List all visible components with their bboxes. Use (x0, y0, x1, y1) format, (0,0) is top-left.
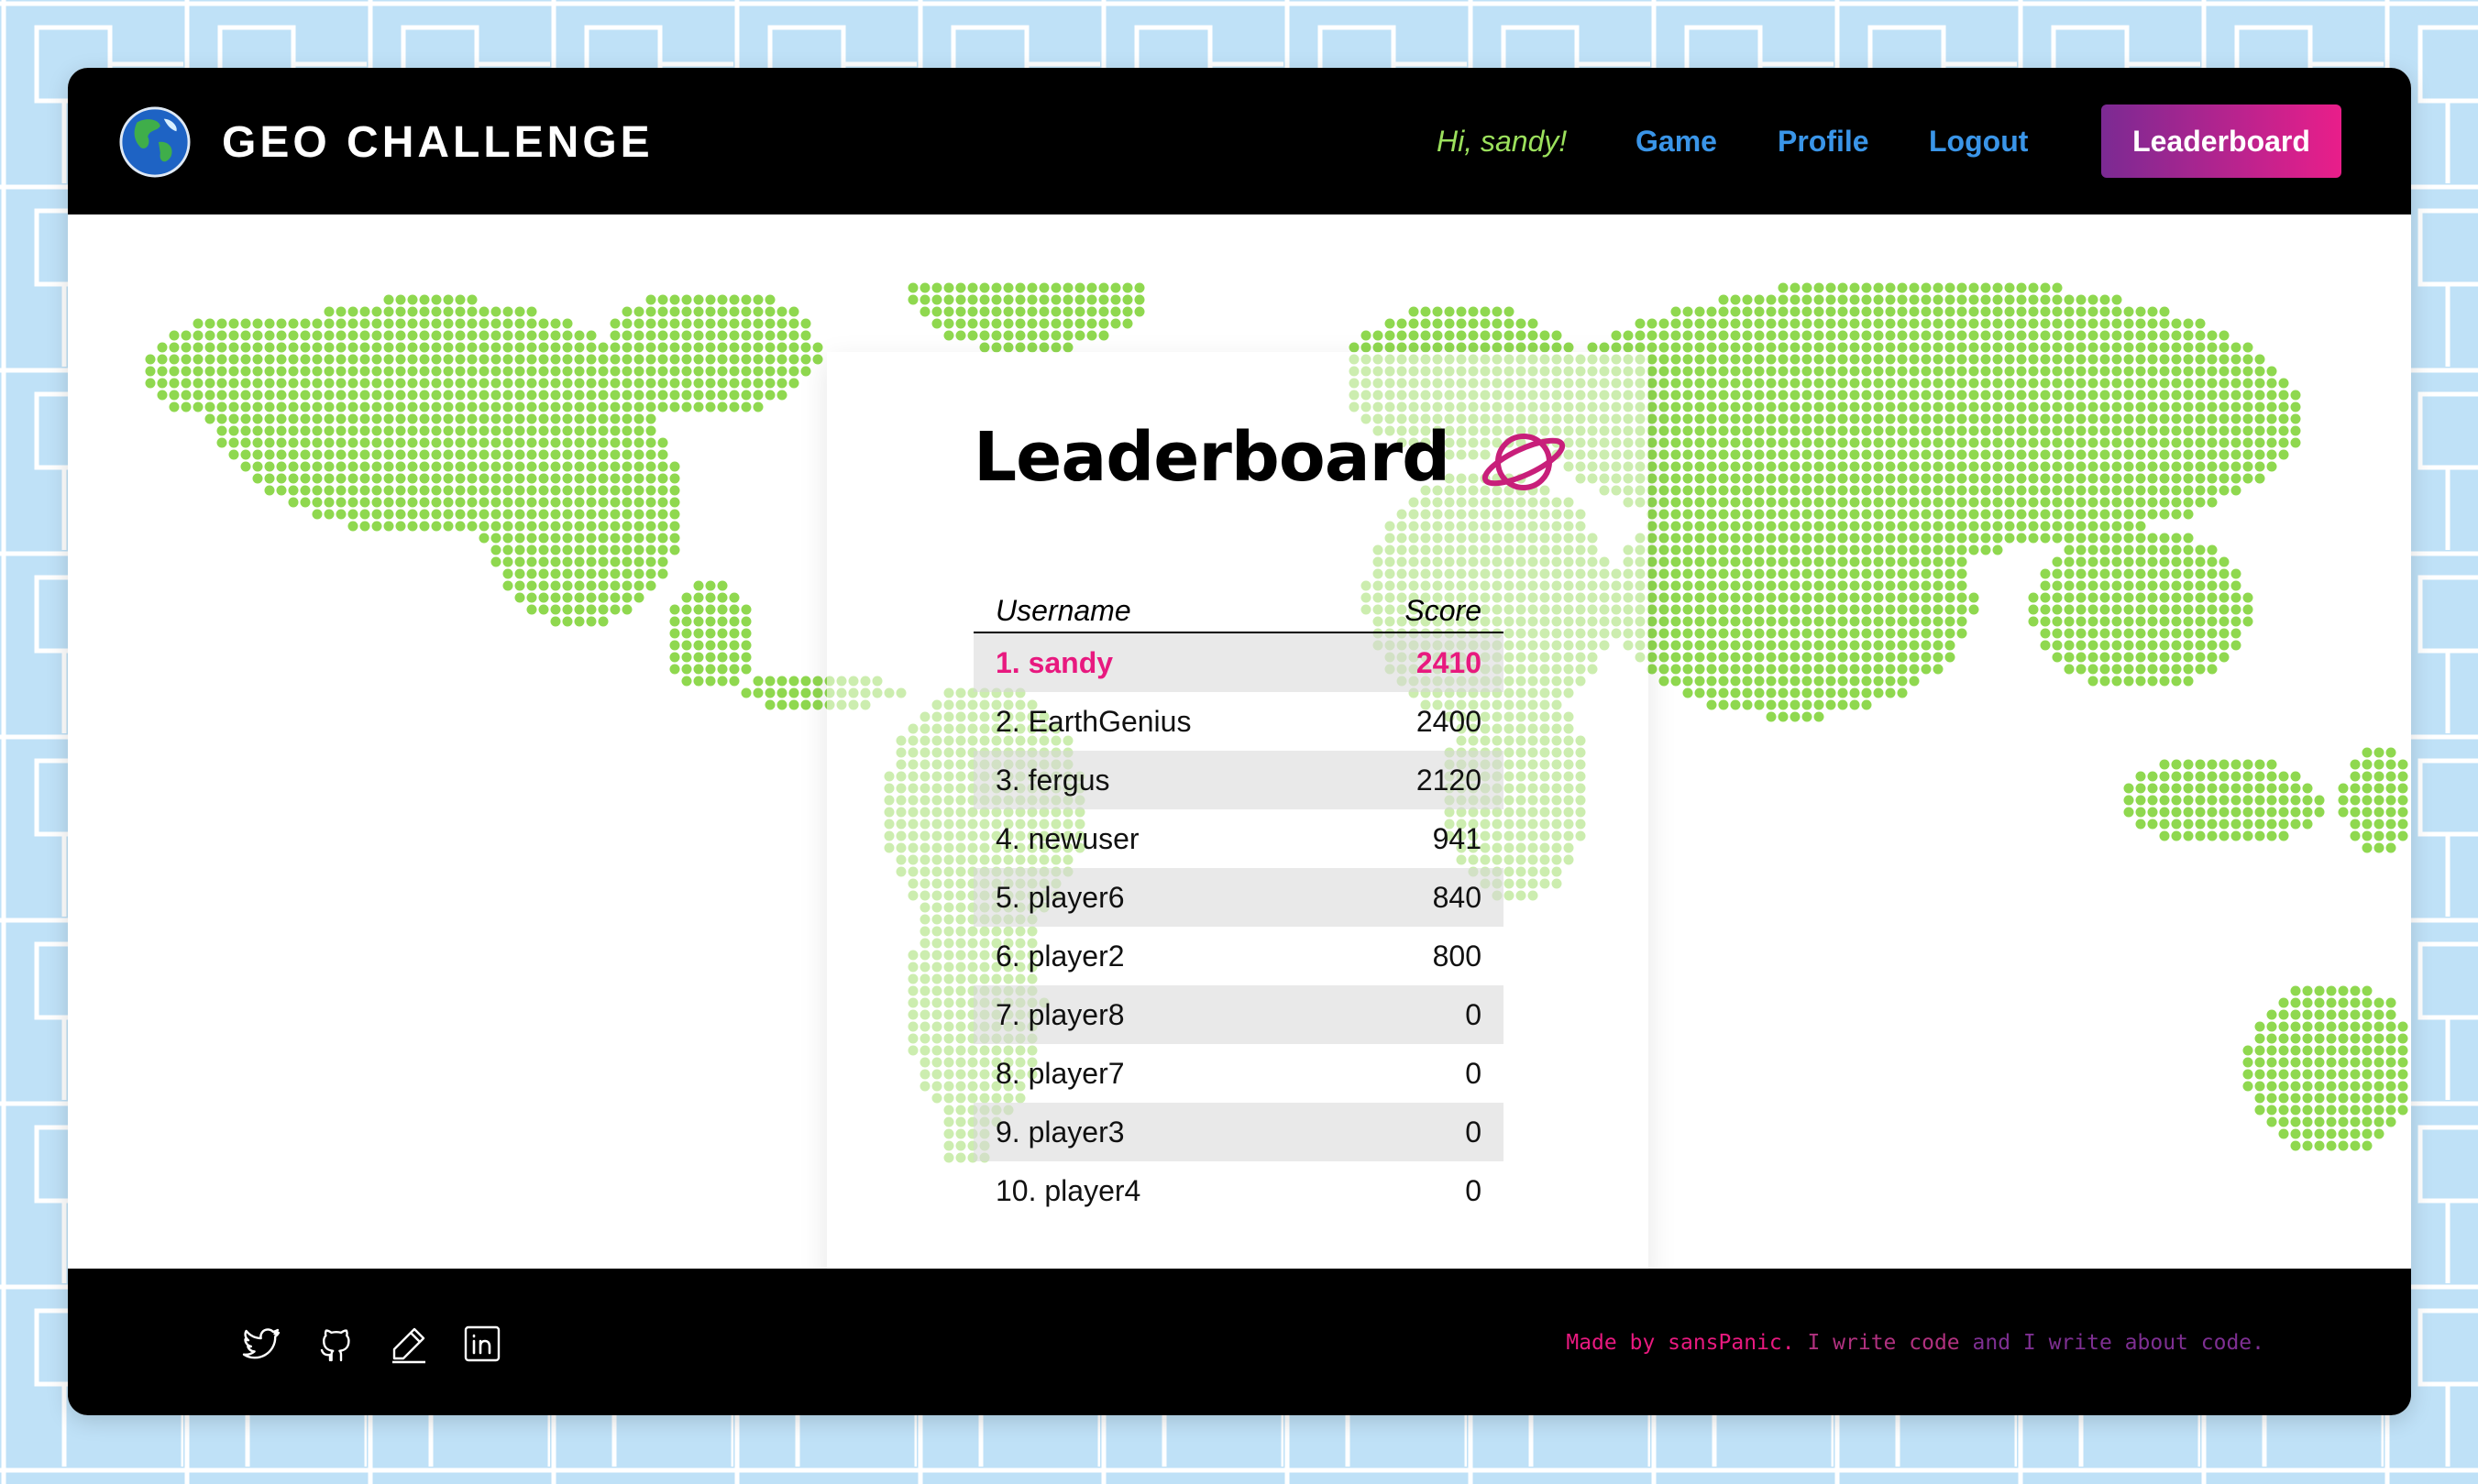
table-row: 6. player2 800 (974, 927, 1503, 985)
row-username: 5. player6 (996, 880, 1125, 914)
credit-part-b: I write code (1807, 1331, 1960, 1355)
row-username: 4. newuser (996, 821, 1140, 855)
leaderboard-card: Leaderboard Username Score 1. sandy 2410 2… (827, 352, 1648, 1278)
table-row: 8. player7 0 (974, 1044, 1503, 1103)
nav-profile-link[interactable]: Profile (1778, 115, 1869, 167)
table-row: 5. player6 840 (974, 868, 1503, 927)
row-score: 0 (1465, 1173, 1481, 1207)
row-username: 8. player7 (996, 1056, 1125, 1090)
twitter-icon[interactable] (242, 1324, 282, 1364)
table-body: 1. sandy 2410 2. EarthGenius 2400 3. fergus 2… (974, 633, 1503, 1220)
credit-part-c: and I write about code. (1972, 1331, 2265, 1355)
row-score: 0 (1465, 1056, 1481, 1090)
app-window: GEO CHALLENGE Hi, sandy! Game Profile Lo… (68, 68, 2411, 1415)
footer: Made by sansPanic. I write code and I wr… (68, 1269, 2411, 1415)
greeting-text: Hi, sandy! (1437, 125, 1568, 158)
nav-game-link[interactable]: Game (1635, 115, 1717, 167)
main-content: Leaderboard Username Score 1. sandy 2410 2… (68, 214, 2411, 1278)
row-username: 7. player8 (996, 997, 1125, 1031)
nav-logout-link[interactable]: Logout (1929, 115, 2028, 167)
table-header: Username Score (974, 577, 1503, 633)
table-row: 10. player4 0 (974, 1161, 1503, 1220)
row-score: 0 (1465, 997, 1481, 1031)
row-score: 0 (1465, 1115, 1481, 1149)
row-username: 2. EarthGenius (996, 704, 1192, 738)
row-username: 3. fergus (996, 763, 1110, 797)
footer-credit: Made by sansPanic. I write code and I wr… (1566, 1329, 2264, 1357)
row-score: 840 (1432, 880, 1481, 914)
row-username: 6. player2 (996, 939, 1125, 973)
table-row: 9. player3 0 (974, 1103, 1503, 1161)
table-row: 2. EarthGenius 2400 (974, 692, 1503, 751)
globe-icon[interactable] (119, 106, 191, 178)
row-score: 2120 (1415, 763, 1481, 797)
column-score: Score (1404, 594, 1481, 627)
table-row: 4. newuser 941 (974, 809, 1503, 868)
page-title: Leaderboard (974, 418, 1450, 497)
leaderboard-table: Username Score 1. sandy 2410 2. EarthGeniu… (974, 577, 1503, 1220)
linkedin-icon[interactable] (462, 1324, 502, 1364)
top-nav-bar: GEO CHALLENGE Hi, sandy! Game Profile Lo… (68, 68, 2411, 214)
table-row: 3. fergus 2120 (974, 751, 1503, 809)
row-score: 800 (1432, 939, 1481, 973)
row-username: 9. player3 (996, 1115, 1125, 1149)
nav-leaderboard-button[interactable]: Leaderboard (2101, 104, 2341, 178)
row-username: 10. player4 (996, 1173, 1141, 1207)
brand-title[interactable]: GEO CHALLENGE (222, 115, 654, 170)
row-score: 941 (1432, 821, 1481, 855)
github-icon[interactable] (315, 1324, 356, 1364)
pencil-icon[interactable] (389, 1324, 429, 1364)
row-username: 1. sandy (996, 645, 1114, 679)
table-row-current-user: 1. sandy 2410 (974, 633, 1503, 692)
credit-part-a[interactable]: Made by sansPanic. (1566, 1331, 1794, 1355)
table-row: 7. player8 0 (974, 985, 1503, 1044)
row-score: 2400 (1415, 704, 1481, 738)
planet-icon (1481, 434, 1566, 490)
column-username: Username (996, 594, 1131, 627)
row-score: 2410 (1415, 645, 1481, 679)
